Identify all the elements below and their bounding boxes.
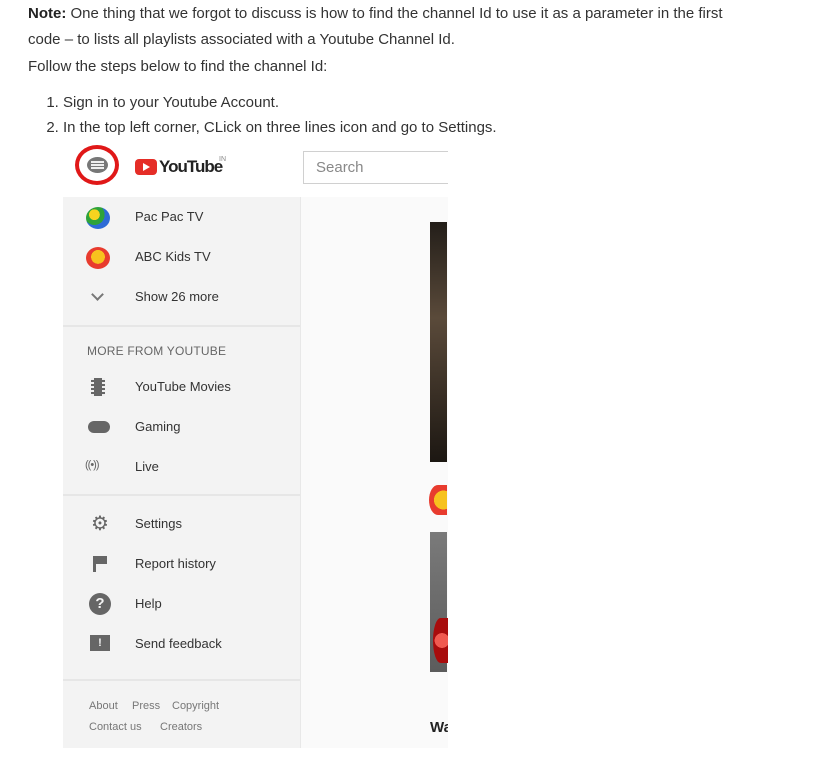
sidebar-item-pac-pac-tv[interactable]: Pac Pac TV <box>63 197 300 237</box>
section-title-more-from-youtube: MORE FROM YOUTUBE <box>87 344 227 358</box>
note-paragraph: Note: One thing that we forgot to discus… <box>28 0 723 27</box>
sidebar-item-show-more[interactable]: Show 26 more <box>63 277 300 317</box>
youtube-screenshot: YouTube IN Pac Pac TV ABC Kids TV Show 2… <box>63 140 448 748</box>
sidebar-item-label: Settings <box>135 516 182 531</box>
sidebar-divider <box>63 679 300 681</box>
sidebar-item-label: Help <box>135 596 162 611</box>
footer-link-contact-us[interactable]: Contact us <box>89 721 142 733</box>
sidebar-item-gaming[interactable]: Gaming <box>63 407 300 447</box>
help-icon: ? <box>89 593 111 615</box>
step-item: In the top left corner, CLick on three l… <box>63 115 497 140</box>
steps-list: Sign in to your Youtube Account. In the … <box>28 90 497 140</box>
youtube-topbar: YouTube IN <box>63 140 448 197</box>
note-line-1: One thing that we forgot to discuss is h… <box>66 5 723 22</box>
sidebar-item-help[interactable]: ? Help <box>63 584 300 624</box>
youtube-logo-text[interactable]: YouTube <box>159 157 223 177</box>
footer-link-about[interactable]: About <box>89 700 118 712</box>
sidebar-divider <box>63 494 300 496</box>
sidebar-item-label: Send feedback <box>135 636 222 651</box>
note-label: Note: <box>28 5 67 22</box>
sidebar-item-settings[interactable]: ⚙ Settings <box>63 504 300 544</box>
youtube-region-label: IN <box>219 156 226 163</box>
footer-link-creators[interactable]: Creators <box>160 721 202 733</box>
live-icon: ((•)) <box>85 459 99 471</box>
sidebar-item-live[interactable]: ((•)) Live <box>63 447 300 487</box>
feedback-icon: ! <box>90 635 110 651</box>
note-line-2: code – to lists all playlists associated… <box>28 31 455 48</box>
search-input[interactable] <box>314 158 448 177</box>
channel-avatar <box>86 207 110 229</box>
video-thumbnail-detail <box>433 618 448 663</box>
gamepad-icon <box>88 421 110 433</box>
sidebar-item-label: ABC Kids TV <box>135 249 211 264</box>
youtube-content-area <box>301 197 448 748</box>
instructions-intro: Follow the steps below to find the chann… <box>28 58 328 75</box>
flag-icon <box>93 556 107 572</box>
video-title-fragment[interactable]: Wa <box>430 719 448 736</box>
footer-link-copyright[interactable]: Copyright <box>172 700 219 712</box>
youtube-sidebar: Pac Pac TV ABC Kids TV Show 26 more MORE… <box>63 197 301 748</box>
film-icon <box>91 378 105 396</box>
chevron-down-icon <box>91 288 104 301</box>
sidebar-item-label: Live <box>135 459 159 474</box>
sidebar-item-abc-kids-tv[interactable]: ABC Kids TV <box>63 237 300 277</box>
video-thumbnail[interactable] <box>430 222 447 462</box>
step-item: Sign in to your Youtube Account. <box>63 90 497 115</box>
gear-icon: ⚙ <box>91 513 109 535</box>
sidebar-item-label: Pac Pac TV <box>135 209 204 224</box>
hamburger-menu-icon[interactable] <box>87 157 108 173</box>
search-field[interactable] <box>303 151 448 184</box>
sidebar-item-youtube-movies[interactable]: YouTube Movies <box>63 367 300 407</box>
channel-avatar <box>86 247 110 269</box>
sidebar-item-label: Gaming <box>135 419 181 434</box>
sidebar-item-label: YouTube Movies <box>135 379 231 394</box>
channel-avatar[interactable] <box>429 485 447 515</box>
sidebar-item-label: Report history <box>135 556 216 571</box>
sidebar-item-send-feedback[interactable]: ! Send feedback <box>63 624 300 664</box>
youtube-logo-icon[interactable] <box>135 159 157 175</box>
sidebar-item-label: Show 26 more <box>135 289 219 304</box>
sidebar-item-report-history[interactable]: Report history <box>63 544 300 584</box>
footer-link-press[interactable]: Press <box>132 700 160 712</box>
sidebar-divider <box>63 325 300 327</box>
